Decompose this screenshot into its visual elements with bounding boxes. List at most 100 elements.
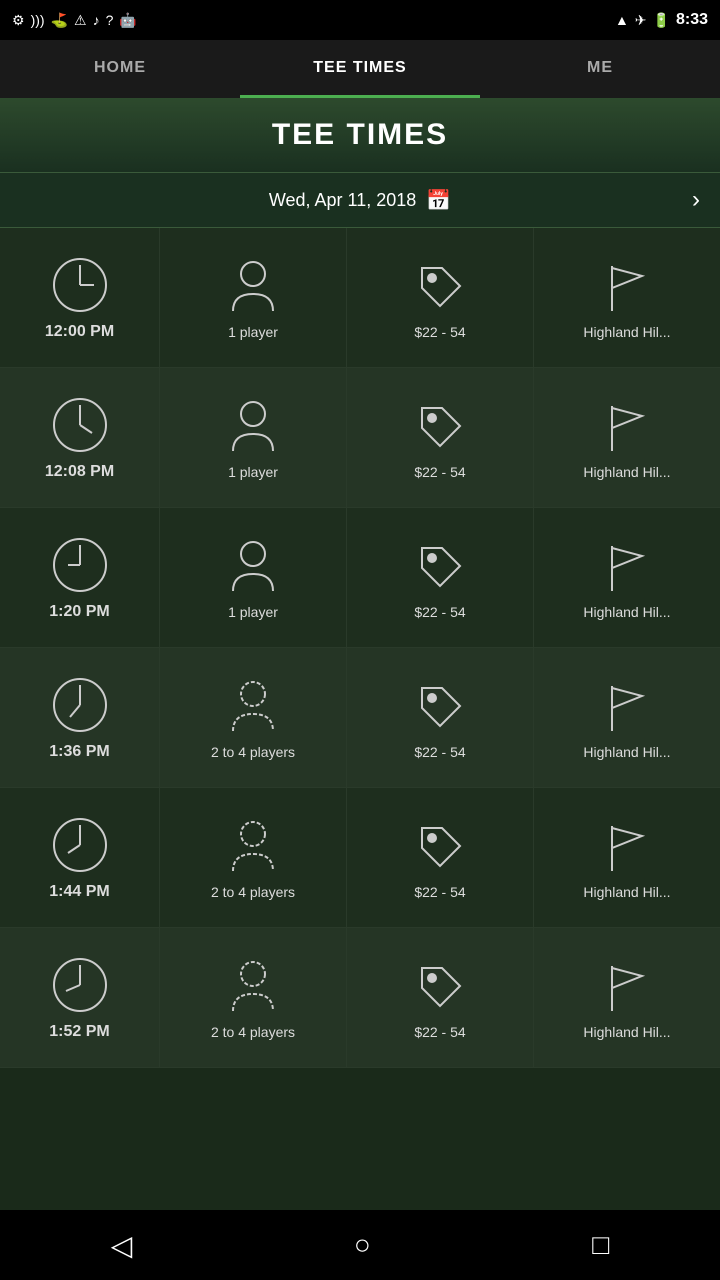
course-cell: Highland Hil... bbox=[534, 228, 720, 367]
flag-icon bbox=[597, 816, 657, 876]
player-icon bbox=[223, 956, 283, 1016]
tee-time-3: 1:36 PM bbox=[49, 743, 109, 761]
battery-icon: 🔋 bbox=[653, 12, 670, 29]
price-cell: $22 - 54 bbox=[347, 788, 534, 927]
home-button[interactable]: ○ bbox=[354, 1229, 371, 1261]
tee-time-0: 12:00 PM bbox=[45, 323, 114, 341]
clock-icon bbox=[50, 815, 110, 875]
clock-icon bbox=[50, 255, 110, 315]
tab-me[interactable]: ME bbox=[480, 40, 720, 98]
calendar-icon: 📅 bbox=[426, 188, 451, 213]
wifi-icon: ))) bbox=[31, 12, 45, 28]
airplane-icon: ✈ bbox=[635, 12, 647, 29]
table-row[interactable]: 1:44 PM 2 to 4 players $22 - 54 Highland… bbox=[0, 788, 720, 928]
course-cell: Highland Hil... bbox=[534, 648, 720, 787]
time-cell: 1:44 PM bbox=[0, 788, 160, 927]
course-label-4: Highland Hil... bbox=[583, 884, 670, 900]
clock-icon bbox=[50, 955, 110, 1015]
clock-icon bbox=[50, 395, 110, 455]
players-cell: 2 to 4 players bbox=[160, 928, 347, 1067]
player-icon bbox=[223, 256, 283, 316]
tee-time-2: 1:20 PM bbox=[49, 603, 109, 621]
players-label-3: 2 to 4 players bbox=[211, 744, 295, 760]
price-cell: $22 - 54 bbox=[347, 508, 534, 647]
players-cell: 1 player bbox=[160, 368, 347, 507]
price-cell: $22 - 54 bbox=[347, 648, 534, 787]
wifi-signal-icon: ▲ bbox=[615, 12, 629, 28]
players-label-1: 1 player bbox=[228, 464, 278, 480]
date-text: Wed, Apr 11, 2018 bbox=[269, 190, 416, 211]
price-label-4: $22 - 54 bbox=[414, 884, 465, 900]
players-label-5: 2 to 4 players bbox=[211, 1024, 295, 1040]
course-cell: Highland Hil... bbox=[534, 788, 720, 927]
price-cell: $22 - 54 bbox=[347, 228, 534, 367]
players-label-2: 1 player bbox=[228, 604, 278, 620]
tab-tee-times[interactable]: TEE TIMES bbox=[240, 40, 480, 98]
course-cell: Highland Hil... bbox=[534, 928, 720, 1067]
price-label-1: $22 - 54 bbox=[414, 464, 465, 480]
players-cell: 2 to 4 players bbox=[160, 648, 347, 787]
time-cell: 12:08 PM bbox=[0, 368, 160, 507]
tee-time-4: 1:44 PM bbox=[49, 883, 109, 901]
players-cell: 1 player bbox=[160, 228, 347, 367]
course-label-3: Highland Hil... bbox=[583, 744, 670, 760]
date-display: Wed, Apr 11, 2018 📅 bbox=[269, 188, 451, 213]
date-selector[interactable]: Wed, Apr 11, 2018 📅 › bbox=[0, 172, 720, 228]
bottom-nav: ◁ ○ □ bbox=[0, 1210, 720, 1280]
price-tag-icon bbox=[410, 816, 470, 876]
course-label-5: Highland Hil... bbox=[583, 1024, 670, 1040]
tee-time-5: 1:52 PM bbox=[49, 1023, 109, 1041]
back-button[interactable]: ◁ bbox=[111, 1229, 133, 1262]
recent-button[interactable]: □ bbox=[592, 1229, 609, 1261]
player-icon bbox=[223, 816, 283, 876]
flag-icon bbox=[597, 536, 657, 596]
clock-icon bbox=[50, 535, 110, 595]
course-cell: Highland Hil... bbox=[534, 368, 720, 507]
course-cell: Highland Hil... bbox=[534, 508, 720, 647]
page-header: TEE TIMES bbox=[0, 98, 720, 172]
alert-icon: ⚠ bbox=[74, 12, 87, 29]
course-label-2: Highland Hil... bbox=[583, 604, 670, 620]
time-cell: 12:00 PM bbox=[0, 228, 160, 367]
page-title: TEE TIMES bbox=[20, 118, 700, 152]
settings-icon: ⚙ bbox=[12, 12, 25, 29]
table-row[interactable]: 1:36 PM 2 to 4 players $22 - 54 Highland… bbox=[0, 648, 720, 788]
flag-icon bbox=[597, 396, 657, 456]
clock-icon bbox=[50, 675, 110, 735]
nav-tabs: HOME TEE TIMES ME bbox=[0, 40, 720, 98]
table-row[interactable]: 12:00 PM 1 player $22 - 54 Highland Hil.… bbox=[0, 228, 720, 368]
players-cell: 1 player bbox=[160, 508, 347, 647]
course-label-1: Highland Hil... bbox=[583, 464, 670, 480]
price-tag-icon bbox=[410, 256, 470, 316]
chevron-right-icon[interactable]: › bbox=[692, 186, 700, 214]
price-tag-icon bbox=[410, 956, 470, 1016]
help-icon: ? bbox=[106, 12, 114, 28]
status-bar: ⚙ ))) ⛳ ⚠ ♪ ? 🤖 ▲ ✈ 🔋 8:33 bbox=[0, 0, 720, 40]
table-row[interactable]: 12:08 PM 1 player $22 - 54 Highland Hil.… bbox=[0, 368, 720, 508]
price-label-5: $22 - 54 bbox=[414, 1024, 465, 1040]
table-row[interactable]: 1:52 PM 2 to 4 players $22 - 54 Highland… bbox=[0, 928, 720, 1068]
tee-times-list: 12:00 PM 1 player $22 - 54 Highland Hil.… bbox=[0, 228, 720, 1210]
price-cell: $22 - 54 bbox=[347, 928, 534, 1067]
golf-icon: ⛳ bbox=[51, 12, 68, 29]
music-icon: ♪ bbox=[93, 12, 100, 28]
price-tag-icon bbox=[410, 676, 470, 736]
price-tag-icon bbox=[410, 396, 470, 456]
time-cell: 1:52 PM bbox=[0, 928, 160, 1067]
status-time: 8:33 bbox=[676, 11, 708, 29]
android-icon: 🤖 bbox=[119, 12, 136, 29]
players-cell: 2 to 4 players bbox=[160, 788, 347, 927]
player-icon bbox=[223, 396, 283, 456]
tab-home[interactable]: HOME bbox=[0, 40, 240, 98]
player-icon bbox=[223, 676, 283, 736]
price-cell: $22 - 54 bbox=[347, 368, 534, 507]
flag-icon bbox=[597, 676, 657, 736]
course-label-0: Highland Hil... bbox=[583, 324, 670, 340]
table-row[interactable]: 1:20 PM 1 player $22 - 54 Highland Hil..… bbox=[0, 508, 720, 648]
status-icons-right: ▲ ✈ 🔋 8:33 bbox=[615, 11, 708, 29]
flag-icon bbox=[597, 956, 657, 1016]
tee-time-1: 12:08 PM bbox=[45, 463, 114, 481]
flag-icon bbox=[597, 256, 657, 316]
time-cell: 1:20 PM bbox=[0, 508, 160, 647]
price-label-0: $22 - 54 bbox=[414, 324, 465, 340]
